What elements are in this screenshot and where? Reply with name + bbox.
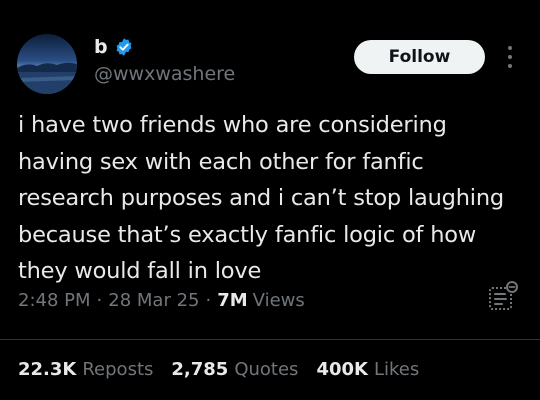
views-label[interactable]: Views bbox=[253, 290, 305, 311]
likes-count: 400K bbox=[316, 359, 368, 380]
author-name-row[interactable]: b bbox=[94, 36, 134, 58]
engagement-stats: 22.3K Reposts 2,785 Quotes 400K Likes bbox=[18, 359, 419, 380]
meta-separator: · bbox=[205, 290, 212, 311]
tweet-meta: 2:48 PM · 28 Mar 25 · 7M Views bbox=[18, 290, 305, 311]
reposts-count: 22.3K bbox=[18, 359, 77, 380]
likes-label: Likes bbox=[373, 359, 420, 380]
quotes-stat[interactable]: 2,785 Quotes bbox=[171, 359, 298, 380]
meta-separator: · bbox=[96, 290, 103, 311]
avatar-image bbox=[17, 34, 77, 94]
more-options-icon[interactable] bbox=[500, 46, 520, 68]
divider bbox=[0, 339, 540, 340]
verified-badge-icon bbox=[116, 38, 132, 56]
grok-analyze-icon[interactable] bbox=[486, 281, 520, 315]
avatar[interactable] bbox=[17, 34, 77, 94]
reposts-label: Reposts bbox=[82, 359, 154, 380]
views-count[interactable]: 7M bbox=[217, 290, 247, 311]
tweet-text: i have two friends who are considering h… bbox=[18, 112, 504, 284]
author-display-name[interactable]: b bbox=[94, 36, 108, 58]
author-handle[interactable]: @wwxwashere bbox=[94, 63, 235, 85]
likes-stat[interactable]: 400K Likes bbox=[316, 359, 419, 380]
follow-button[interactable]: Follow bbox=[354, 40, 485, 74]
quotes-count: 2,785 bbox=[171, 359, 229, 380]
reposts-stat[interactable]: 22.3K Reposts bbox=[18, 359, 153, 380]
quotes-label: Quotes bbox=[234, 359, 299, 380]
tweet-time[interactable]: 2:48 PM bbox=[18, 290, 91, 311]
tweet-date[interactable]: 28 Mar 25 bbox=[108, 290, 199, 311]
